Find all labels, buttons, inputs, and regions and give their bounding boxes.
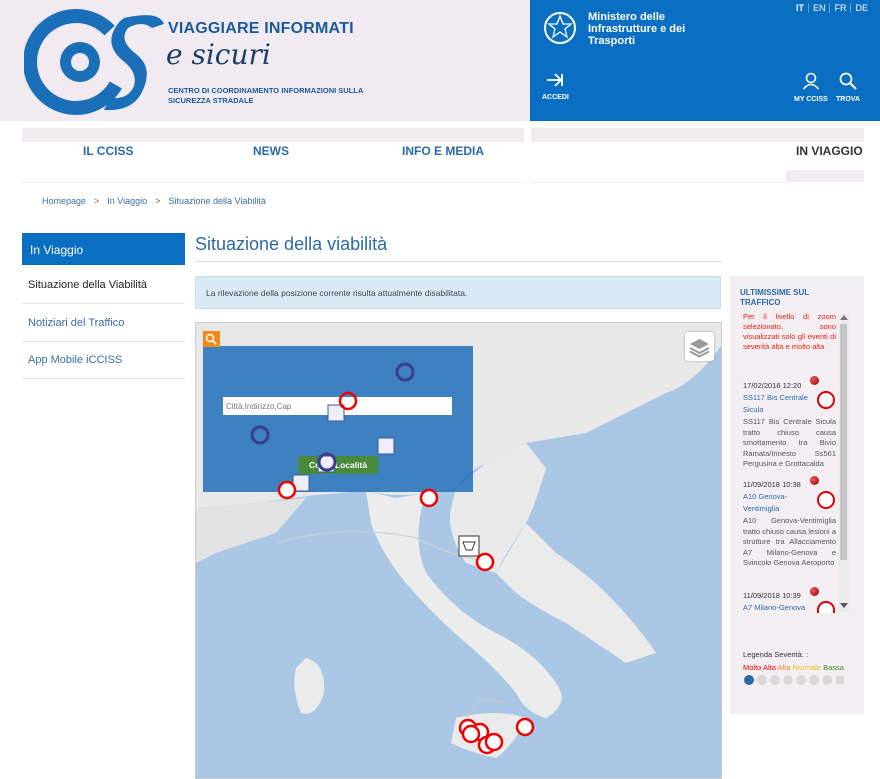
search-button[interactable]: TROVA (836, 72, 860, 103)
event-rings-severe[interactable] (277, 391, 535, 755)
news-date: 17/02/2016 12:20 (743, 381, 802, 390)
brand-title: VIAGGIARE INFORMATI (168, 20, 354, 37)
news-date: 11/09/2018 10:38 (743, 480, 801, 489)
nav-decor-bar (22, 128, 524, 142)
news-date: 11/09/2018 10:39 (743, 591, 801, 600)
severity-low: Bassa (823, 663, 844, 672)
traffic-markers (250, 362, 535, 755)
nav-in-viaggio[interactable]: IN VIAGGIO (796, 144, 863, 158)
scroll-up-icon[interactable] (840, 314, 848, 320)
pagination-dot[interactable] (744, 675, 754, 685)
breadcrumb-separator: > (94, 196, 100, 206)
news-road-link[interactable]: SS117 Bis Centrale Sicula (743, 392, 813, 416)
news-description: SS117 Bis Centrale Sicula tratto chiuso … (743, 417, 836, 468)
pagination-dot[interactable] (809, 675, 819, 685)
ministry-name: Ministero delle Infrastrutture e dei Tra… (588, 11, 686, 47)
location-alert: La rilevazione della posizione corrente … (195, 276, 721, 309)
pagination-dot[interactable] (835, 675, 845, 685)
event-ring-icon[interactable] (817, 391, 835, 409)
pagination-dot[interactable] (796, 675, 806, 685)
scroll-down-icon[interactable] (840, 603, 848, 609)
severity-dot-icon (810, 376, 819, 385)
nav-il-cciss[interactable]: IL CCISS (83, 144, 133, 158)
login-label: ACCEDI (542, 94, 569, 101)
zoom-notice: Per il livello di zoom selezionato, sono… (743, 312, 836, 351)
my-cciss-label: MY CCISS (794, 96, 828, 103)
user-icon (802, 72, 819, 90)
sidebar-divider (22, 378, 185, 379)
severity-legend-label: Legenda Severità: : (743, 650, 809, 659)
cciss-logo[interactable] (24, 6, 174, 118)
my-cciss-button[interactable]: MY CCISS (794, 72, 828, 103)
nav-news[interactable]: NEWS (253, 144, 289, 158)
search-icon (839, 72, 857, 90)
nav-info-media[interactable]: INFO E MEDIA (402, 144, 484, 158)
breadcrumb-section[interactable]: In Viaggio (107, 196, 147, 206)
login-arrow-icon (547, 73, 564, 87)
page-title: Situazione della viabilità (195, 234, 388, 254)
lang-it[interactable]: IT (792, 3, 808, 13)
pagination-dot[interactable] (757, 675, 767, 685)
sidebar-divider (22, 303, 185, 304)
title-divider (195, 261, 722, 262)
sidebar-heading[interactable]: In Viaggio (22, 233, 185, 265)
sidebar-item-notiziari[interactable]: Notiziari del Traffico (22, 317, 185, 329)
news-scrollbar-thumb[interactable] (840, 324, 847, 560)
news-title: ULTIMISSIME SUL TRAFFICO (740, 288, 810, 307)
republic-emblem-icon (544, 12, 576, 44)
pagination-dot[interactable] (783, 675, 793, 685)
event-ring-icon[interactable] (817, 601, 835, 613)
severity-very-high: Molto Alta (743, 663, 776, 672)
news-pagination (744, 675, 845, 685)
language-switcher: IT EN FR DE (792, 3, 872, 13)
lang-de[interactable]: DE (850, 3, 872, 13)
nav-divider-right (531, 182, 786, 183)
breadcrumb-home[interactable]: Homepage (42, 196, 86, 206)
sidebar-item-situazione[interactable]: Situazione della Viabilità (22, 279, 185, 291)
pagination-dot[interactable] (770, 675, 780, 685)
lang-en[interactable]: EN (807, 3, 830, 13)
news-road-link[interactable]: A10 Genova-Ventimiglia (743, 491, 813, 515)
roadwork-icons[interactable] (292, 404, 395, 492)
pagination-dot[interactable] (822, 675, 832, 685)
sidebar-divider (22, 341, 185, 342)
sidebar-item-app-mobile[interactable]: App Mobile iCCISS (22, 354, 185, 366)
event-ring-icon[interactable] (817, 491, 835, 509)
nav-decor-bar-right (531, 128, 864, 142)
search-label: TROVA (836, 96, 860, 103)
severity-dot-icon (810, 587, 819, 596)
brand-subtitle: CENTRO DI COORDINAMENTO INFORMAZIONI SUL… (168, 86, 363, 105)
traffic-map[interactable]: Cerca Località (195, 322, 722, 779)
nav-divider (22, 182, 524, 183)
nav-active-tab-indicator (786, 170, 864, 182)
breadcrumb: Homepage > In Viaggio > Situazione della Via… (42, 196, 266, 206)
severity-dot-icon (810, 476, 819, 485)
breadcrumb-separator: > (155, 196, 161, 206)
brand-tagline: e sicuri (166, 38, 271, 71)
news-description: A10 Genova-Ventimiglia tratto chiuso cau… (743, 516, 836, 567)
lang-fr[interactable]: FR (829, 3, 850, 13)
severity-high: Alta (777, 663, 791, 672)
severity-legend: Molto Alta Alta Normale Bassa (743, 663, 844, 672)
news-road-link[interactable]: A7 Milano-Genova (743, 602, 813, 614)
breadcrumb-current[interactable]: Situazione della Viabilità (168, 196, 265, 206)
login-button[interactable]: ACCEDI (542, 72, 569, 101)
severity-normal: Normale (792, 663, 821, 672)
camera-icon[interactable] (458, 535, 480, 557)
